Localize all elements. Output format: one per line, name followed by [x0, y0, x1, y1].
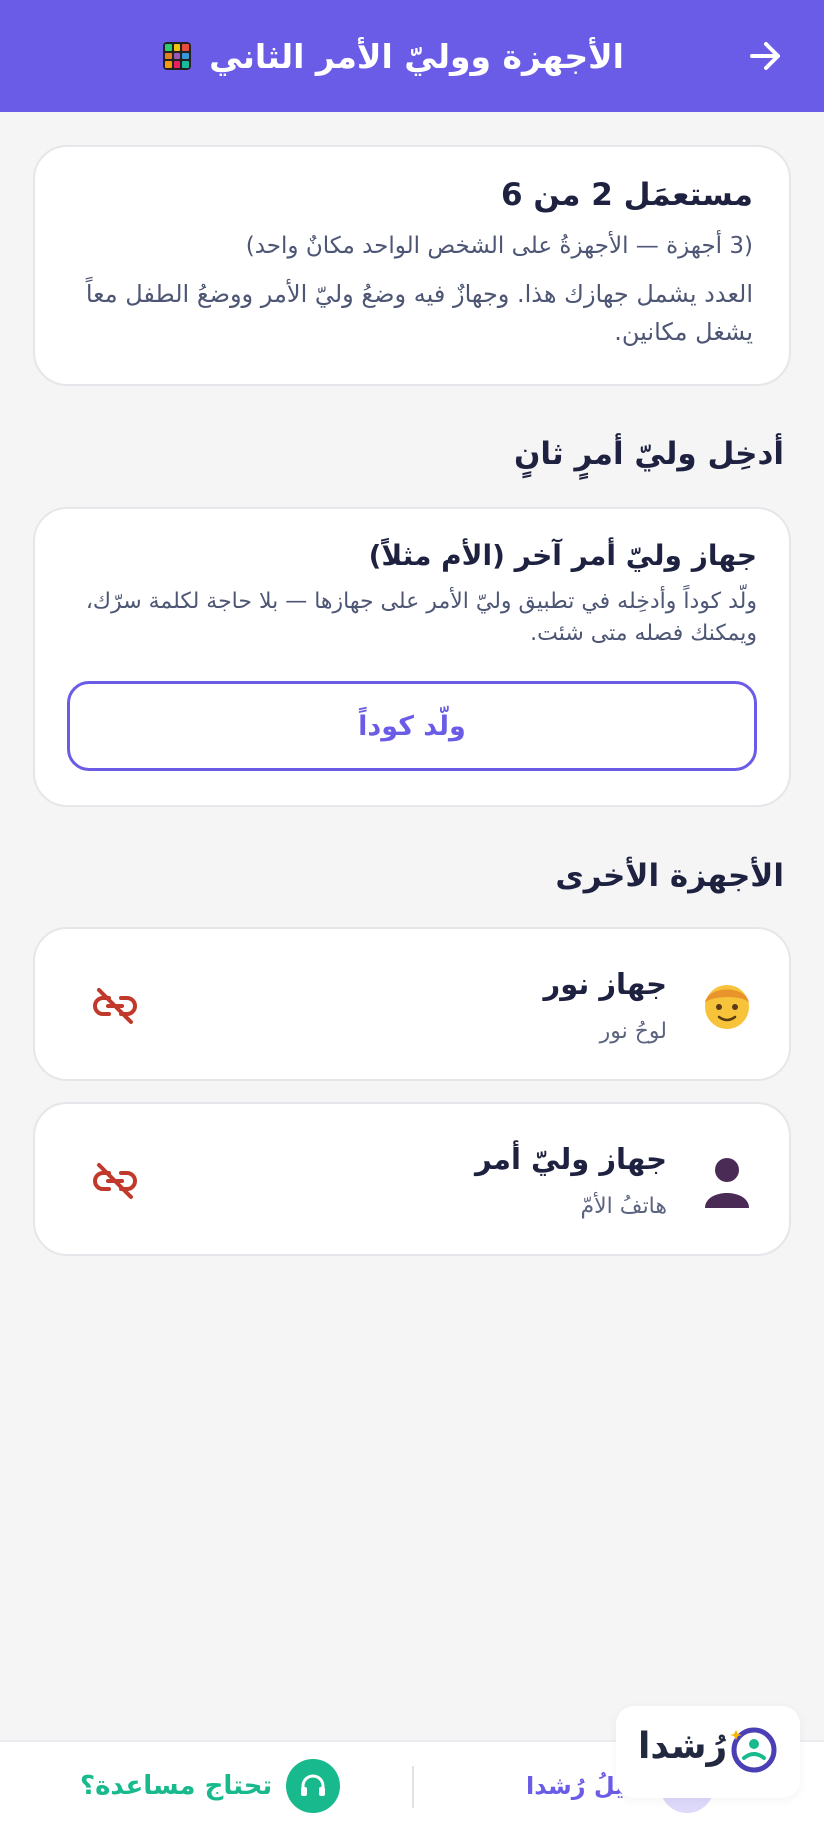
usage-title: مستعمَل 2 من 6	[501, 177, 753, 213]
child-face-icon	[705, 985, 749, 1029]
back-button[interactable]	[744, 34, 788, 78]
app-header: الأجهزة ووليّ الأمر الثاني	[0, 0, 824, 112]
device-type: هاتفُ الأمّ	[580, 1194, 667, 1219]
invite-card-title: جهاز وليّ أمر آخر (الأم مثلاً)	[368, 539, 757, 572]
device-type: لوحُ نور	[599, 1019, 667, 1044]
grid-app-icon	[163, 42, 192, 70]
devices-section-title: الأجهزة الأخرى	[555, 858, 784, 894]
arrow-right-icon	[750, 42, 780, 70]
usage-subtitle: (3 أجهزة — الأجهزةُ على الشخص الواحد مكا…	[245, 233, 753, 259]
usage-note: العدد يشمل جهازك هذا. وجهازٌ فيه وضعُ ول…	[85, 280, 753, 346]
usage-card: مستعمَل 2 من 6 (3 أجهزة — الأجهزةُ على ا…	[33, 145, 791, 386]
invite-card: جهاز وليّ أمر آخر (الأم مثلاً) ولّد كودا…	[33, 507, 791, 807]
page-title: الأجهزة ووليّ الأمر الثاني	[209, 36, 624, 76]
brand-badge: رُشدا	[616, 1706, 800, 1798]
unlink-icon[interactable]	[91, 984, 139, 1028]
unlink-icon[interactable]	[91, 1159, 139, 1203]
bottom-bar-divider	[412, 1766, 414, 1808]
rushda-logo-icon	[730, 1727, 777, 1773]
device-card: جهاز وليّ أمر هاتفُ الأمّ	[33, 1102, 791, 1256]
person-silhouette-icon	[705, 1158, 749, 1208]
device-name: جهاز وليّ أمر	[474, 1142, 667, 1176]
device-card: جهاز نور لوحُ نور	[33, 927, 791, 1081]
invite-section-title: أدخِل وليّ أمرٍ ثانٍ	[513, 436, 784, 472]
header-title-group: الأجهزة ووليّ الأمر الثاني	[163, 0, 624, 112]
device-name: جهاز نور	[543, 967, 668, 1001]
generate-code-button[interactable]: ولّد كوداً	[67, 681, 757, 771]
help-label: تحتاج مساعدة؟	[80, 1771, 273, 1801]
brand-name: رُشدا	[638, 1726, 728, 1767]
headphones-icon	[286, 1759, 341, 1813]
invite-card-description: ولّد كوداً وأدخِله في تطبيق وليّ الأمر ع…	[85, 589, 757, 646]
help-link[interactable]: تحتاج مساعدة؟	[80, 1758, 341, 1814]
